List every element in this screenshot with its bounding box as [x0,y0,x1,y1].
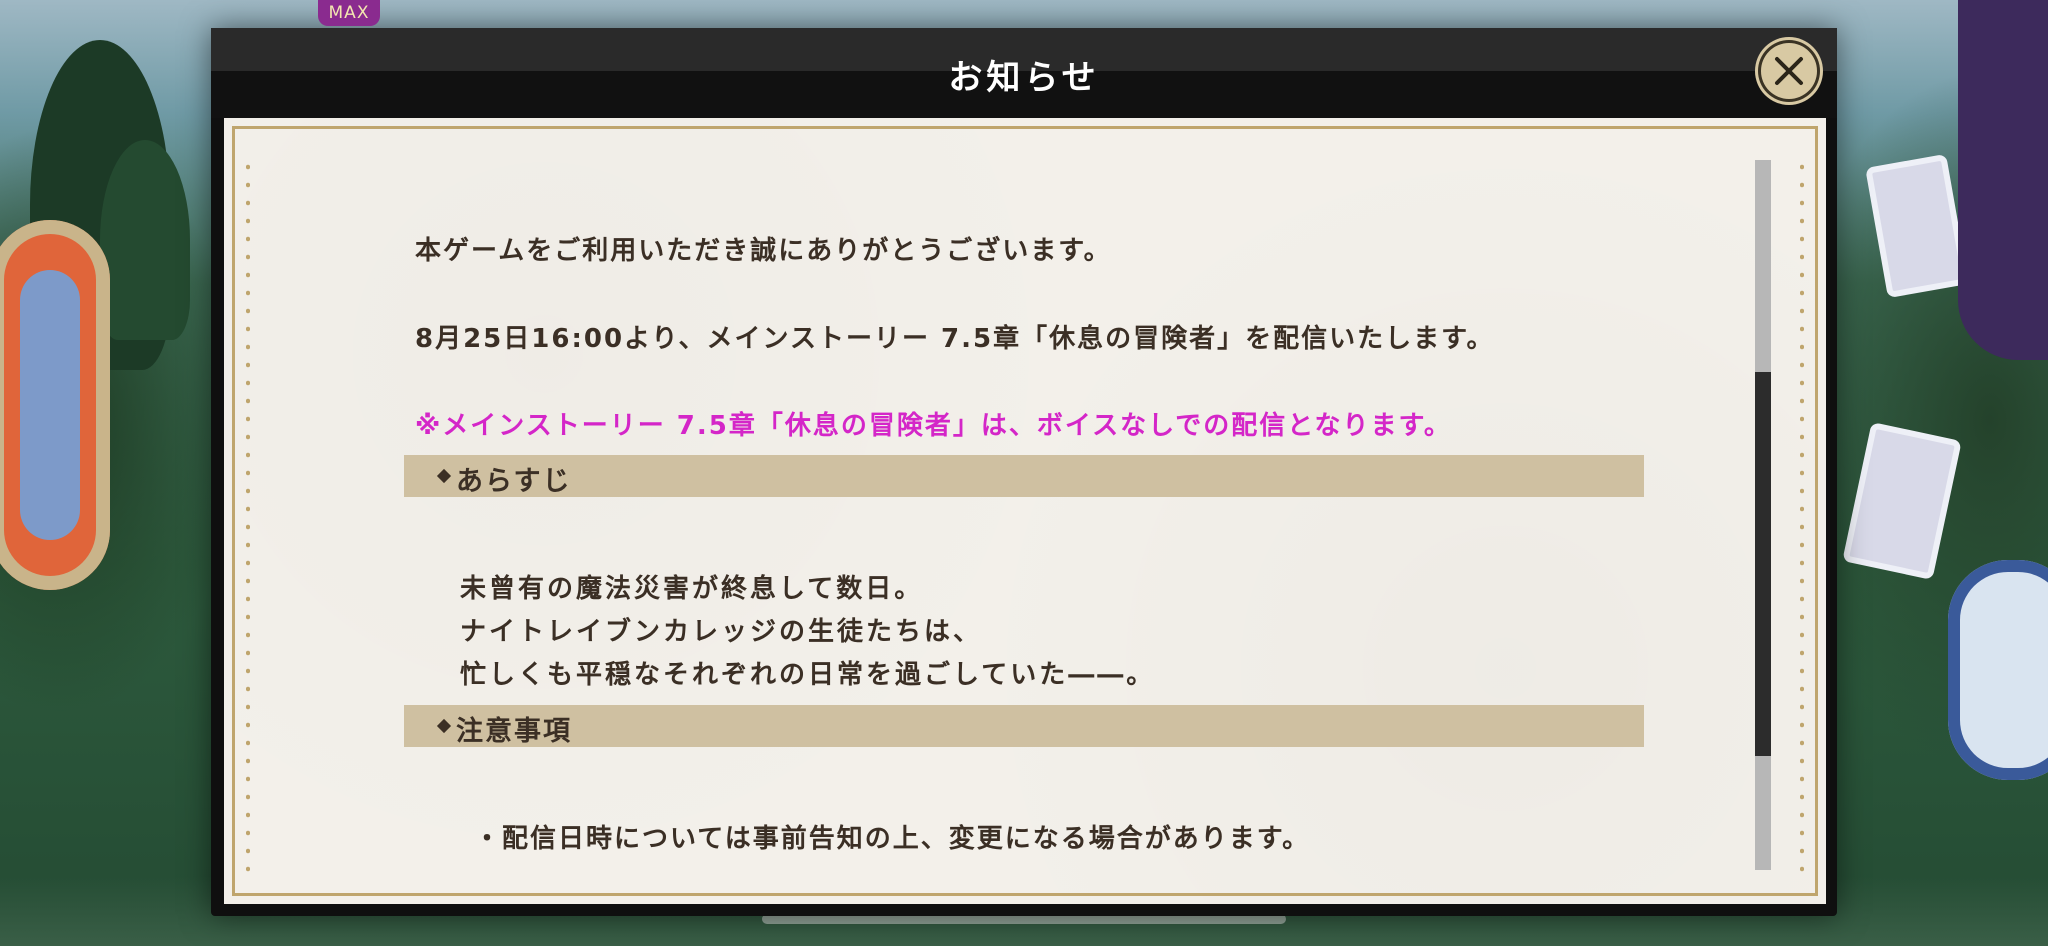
announcement-text: 8月25日16:00より、メインストーリー 7.5章「休息の冒険者」を配信いたし… [415,324,1495,354]
synopsis-line: 忙しくも平穏なそれぞれの日常を過ごしていた――。 [460,660,1156,690]
notes-line: ・配信日時については事前告知の上、変更になる場合があります。 [474,824,1311,854]
voice-note-text: ※メインストーリー 7.5章「休息の冒険者」は、ボイスなしでの配信となります。 [415,411,1452,441]
diamond-icon [436,718,452,734]
character-figure [1958,0,2048,360]
notice-paper: 本ゲームをご利用いただき誠にありがとうございます。 8月25日16:00より、メ… [224,118,1826,904]
thanks-text: 本ゲームをご利用いただき誠にありがとうございます。 [415,236,1112,266]
section-title: あらすじ [456,466,572,497]
section-header-synopsis: あらすじ [404,455,1644,497]
diamond-icon [436,468,452,484]
section-title: 注意事項 [456,716,572,747]
card-prop-lower [1842,421,1962,581]
section-header-notes: 注意事項 [404,705,1644,747]
notice-dialog: お知らせ 本ゲームをご利用いただき誠にありがとうございます。 8月25日16:0… [211,28,1837,916]
notice-content: 本ゲームをご利用いただき誠にありがとうございます。 8月25日16:00より、メ… [224,118,1826,904]
synopsis-line: 未曾有の魔法災害が終息して数日。 [460,574,924,604]
compass-prop [0,220,110,590]
close-x-icon [1775,57,1803,85]
clock-prop [1948,560,2048,780]
synopsis-line: ナイトレイブンカレッジの生徒たちは、 [460,617,983,647]
dialog-header: お知らせ [211,28,1837,118]
scrollbar-thumb[interactable] [1755,372,1771,756]
dialog-title: お知らせ [948,58,1100,98]
close-button[interactable] [1758,40,1820,102]
tree-left-small [100,140,190,340]
card-prop-upper [1865,153,1969,299]
max-badge: MAX [318,0,380,26]
